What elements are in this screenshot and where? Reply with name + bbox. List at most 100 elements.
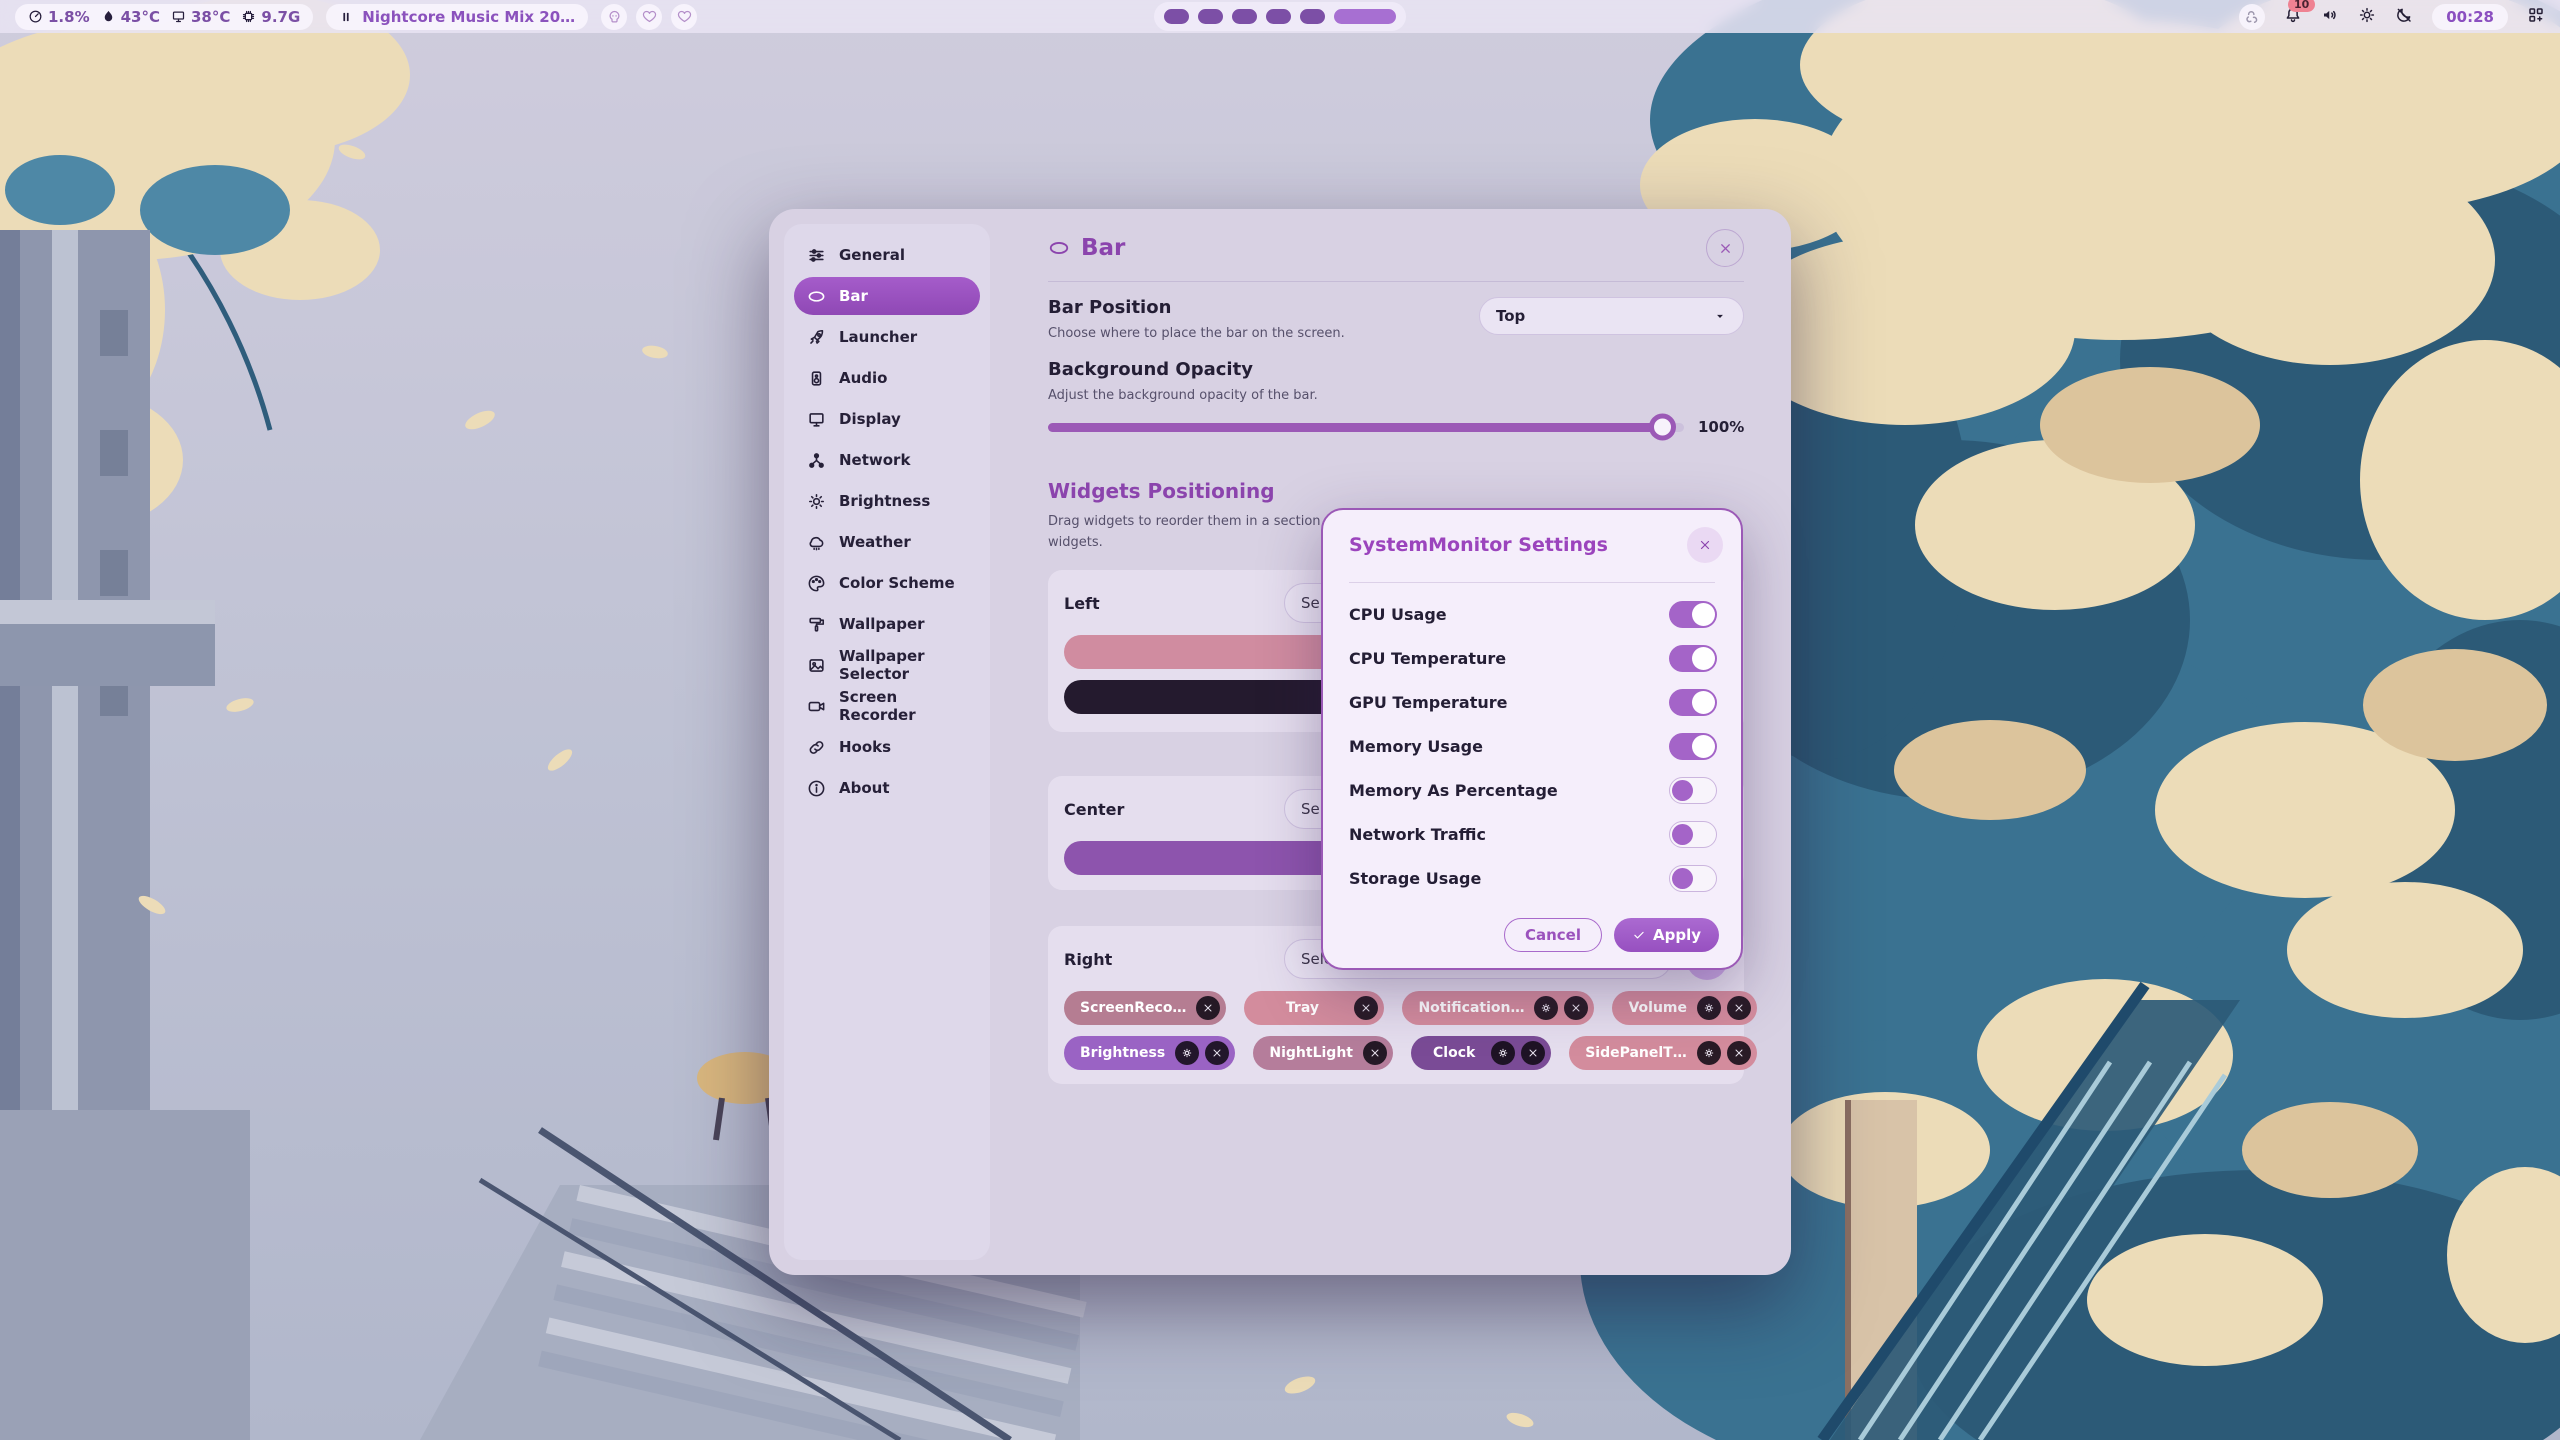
videocam-icon xyxy=(807,697,826,716)
moon-slash-button[interactable] xyxy=(2395,6,2413,28)
pause-icon xyxy=(339,10,353,24)
volume-button[interactable] xyxy=(2321,6,2339,28)
modal-close-button[interactable] xyxy=(1687,527,1723,563)
workspace-dot[interactable] xyxy=(1164,9,1189,24)
widget-chip-tray[interactable]: Tray xyxy=(1244,991,1384,1025)
chip-settings-button[interactable] xyxy=(1491,1041,1515,1065)
heart-button[interactable] xyxy=(636,4,662,30)
media-player-pill[interactable]: Nightcore Music Mix 20… xyxy=(326,4,588,30)
sidebar-item-wallpaper[interactable]: Wallpaper xyxy=(794,605,980,643)
sidebar-item-launcher[interactable]: Launcher xyxy=(794,318,980,356)
sliders-icon xyxy=(807,246,826,265)
window-close-button[interactable] xyxy=(1706,229,1744,267)
widget-chip-nightlight[interactable]: NightLight xyxy=(1253,1036,1393,1070)
widget-chip-notification[interactable]: Notification… xyxy=(1402,991,1594,1025)
chip-remove-button[interactable] xyxy=(1354,996,1378,1020)
sidebar-item-label: Bar xyxy=(839,287,868,305)
top-bar: 1.8%43°C38°C9.7G Nightcore Music Mix 20…… xyxy=(0,0,2560,33)
sidebar-item-label: Color Scheme xyxy=(839,574,955,592)
sidebar-item-hooks[interactable]: Hooks xyxy=(794,728,980,766)
chip-settings-button[interactable] xyxy=(1697,996,1721,1020)
workspace-dot[interactable] xyxy=(1300,9,1325,24)
gear-icon xyxy=(1703,1002,1715,1014)
clock-pill[interactable]: 00:28 xyxy=(2432,4,2508,30)
close-icon xyxy=(1527,1047,1539,1059)
sidebar-item-wallpaper-selector[interactable]: Wallpaper Selector xyxy=(794,646,980,684)
workspace-dot[interactable] xyxy=(1198,9,1223,24)
close-icon xyxy=(1733,1047,1745,1059)
chip-remove-button[interactable] xyxy=(1196,996,1220,1020)
chip-remove-button[interactable] xyxy=(1205,1041,1229,1065)
workspace-dot[interactable] xyxy=(1232,9,1257,24)
toggle-switch[interactable] xyxy=(1669,821,1717,848)
opacity-slider[interactable] xyxy=(1048,423,1684,432)
widget-chip-screenreco[interactable]: ScreenReco… xyxy=(1064,991,1226,1025)
sidebar-item-about[interactable]: About xyxy=(794,769,980,807)
speakerbox-icon xyxy=(807,369,826,388)
bar-position-setting: Bar Position Choose where to place the b… xyxy=(1048,297,1744,341)
widget-chip-volume[interactable]: Volume xyxy=(1612,991,1757,1025)
chip-settings-button[interactable] xyxy=(1175,1041,1199,1065)
system-stats-pill[interactable]: 1.8%43°C38°C9.7G xyxy=(15,4,313,30)
widget-chip-clock[interactable]: Clock xyxy=(1411,1036,1551,1070)
gear-icon xyxy=(1703,1047,1715,1059)
chip-label: SidePanelT… xyxy=(1585,1045,1691,1061)
toggle-switch[interactable] xyxy=(1669,777,1717,804)
sidebar-item-general[interactable]: General xyxy=(794,236,980,274)
widget-chip-brightness[interactable]: Brightness xyxy=(1064,1036,1235,1070)
bar-position-dropdown[interactable]: Top xyxy=(1479,297,1744,335)
sidebar-item-color-scheme[interactable]: Color Scheme xyxy=(794,564,980,602)
toggle-switch[interactable] xyxy=(1669,733,1717,760)
stat-monitor: 38°C xyxy=(171,8,230,26)
close-icon xyxy=(1698,538,1712,552)
toggle-switch[interactable] xyxy=(1669,689,1717,716)
sidebar-item-network[interactable]: Network xyxy=(794,441,980,479)
toggle-switch[interactable] xyxy=(1669,601,1717,628)
sidebar-item-screen-recorder[interactable]: Screen Recorder xyxy=(794,687,980,725)
toggle-switch[interactable] xyxy=(1669,645,1717,672)
systray-icon xyxy=(2243,8,2261,26)
toggle-label: CPU Temperature xyxy=(1349,649,1506,668)
chip-remove-button[interactable] xyxy=(1564,996,1588,1020)
stat-value: 9.7G xyxy=(261,8,300,26)
sidebar-item-brightness[interactable]: Brightness xyxy=(794,482,980,520)
chip-remove-button[interactable] xyxy=(1727,996,1751,1020)
toggle-knob xyxy=(1672,824,1693,845)
sidebar-item-audio[interactable]: Audio xyxy=(794,359,980,397)
workspace-dot[interactable] xyxy=(1266,9,1291,24)
settings-window: GeneralBarLauncherAudioDisplayNetworkBri… xyxy=(769,209,1791,1275)
close-icon xyxy=(1369,1047,1381,1059)
chip-remove-button[interactable] xyxy=(1363,1041,1387,1065)
opacity-slider-knob[interactable] xyxy=(1649,414,1676,441)
monitor-icon xyxy=(807,410,826,429)
heart-icon xyxy=(642,9,657,24)
topbar-left-modules: 1.8%43°C38°C9.7G Nightcore Music Mix 20… xyxy=(15,4,697,30)
sidebar-item-display[interactable]: Display xyxy=(794,400,980,438)
sidebar-item-label: Weather xyxy=(839,533,911,551)
sidebar-item-bar[interactable]: Bar xyxy=(794,277,980,315)
toggle-label: Storage Usage xyxy=(1349,869,1481,888)
chip-settings-button[interactable] xyxy=(1697,1041,1721,1065)
widget-chip-sidepanelt[interactable]: SidePanelT… xyxy=(1569,1036,1757,1070)
chip-remove-button[interactable] xyxy=(1521,1041,1545,1065)
apps-button[interactable] xyxy=(2527,6,2545,28)
sidebar-item-weather[interactable]: Weather xyxy=(794,523,980,561)
toggle-switch[interactable] xyxy=(1669,865,1717,892)
section-name: Right xyxy=(1064,950,1112,969)
workspace-active[interactable] xyxy=(1334,9,1396,24)
systray-button[interactable] xyxy=(2239,4,2265,30)
heart-button[interactable] xyxy=(671,4,697,30)
sun-button[interactable] xyxy=(2358,6,2376,28)
background-opacity-setting: Background Opacity Adjust the background… xyxy=(1048,359,1744,436)
chip-settings-button[interactable] xyxy=(1534,996,1558,1020)
opacity-value: 100% xyxy=(1698,418,1744,436)
toggle-knob xyxy=(1672,868,1693,889)
chip-remove-button[interactable] xyxy=(1727,1041,1751,1065)
flame-icon xyxy=(101,9,116,24)
apply-button[interactable]: Apply xyxy=(1614,918,1719,952)
bell-button[interactable]: 10 xyxy=(2284,6,2302,28)
cancel-button[interactable]: Cancel xyxy=(1504,918,1602,952)
toggle-knob xyxy=(1672,780,1693,801)
toggle-label: GPU Temperature xyxy=(1349,693,1508,712)
skull-button[interactable] xyxy=(601,4,627,30)
